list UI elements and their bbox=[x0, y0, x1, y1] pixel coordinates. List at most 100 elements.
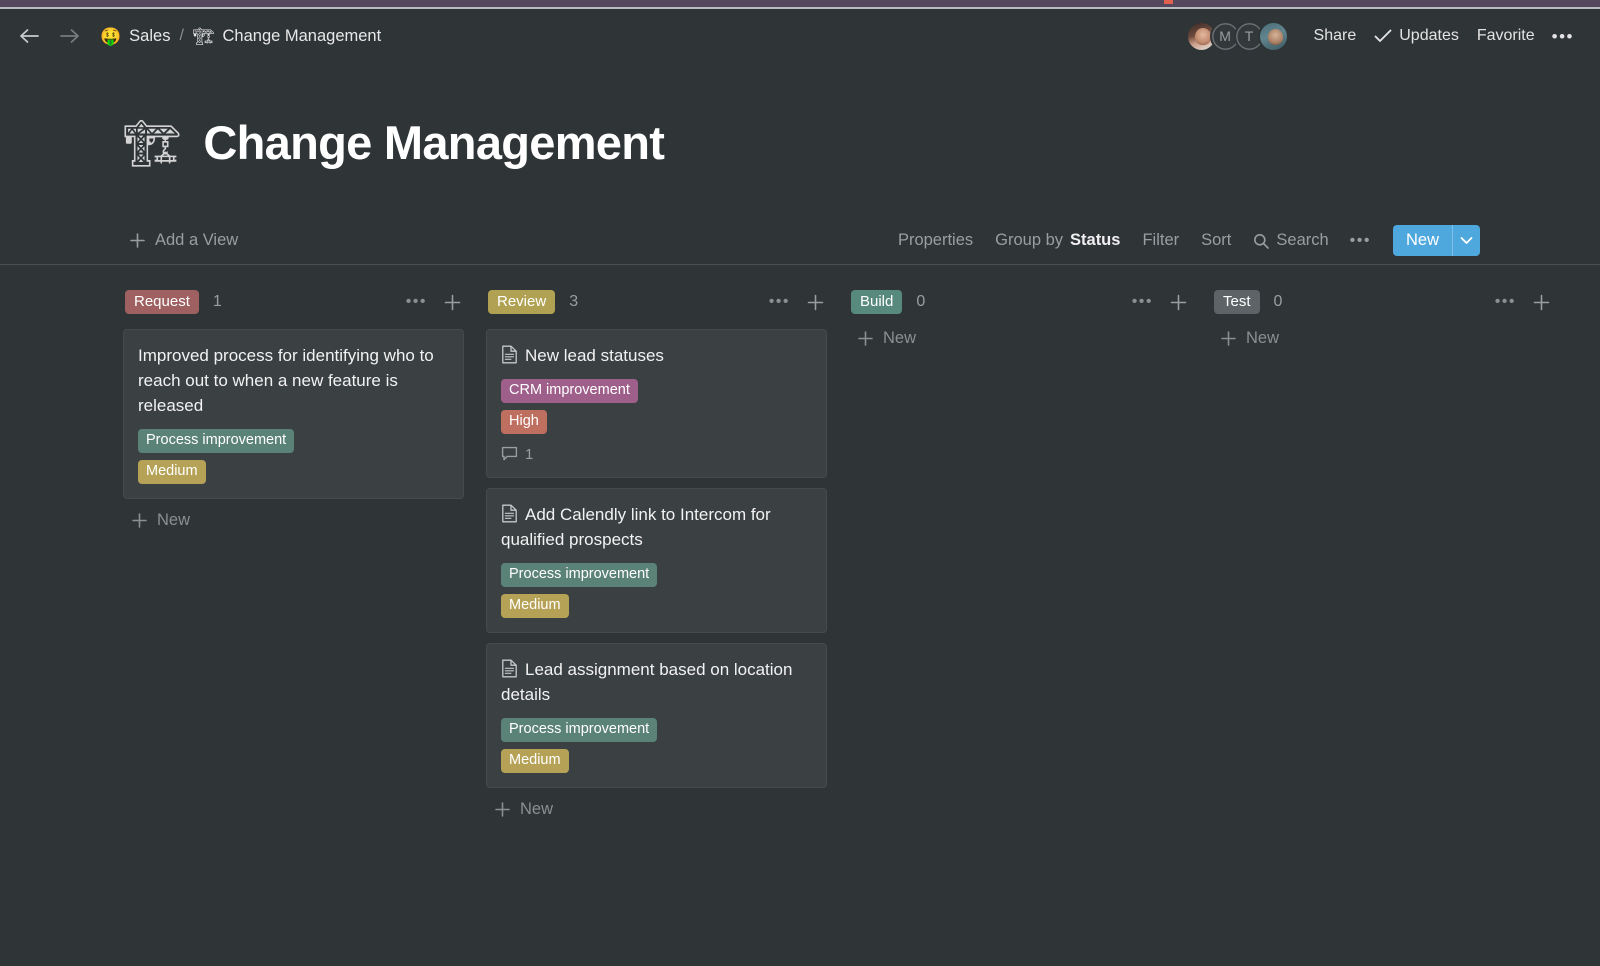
kanban-card[interactable]: Add Calendly link to Intercom for qualif… bbox=[486, 487, 827, 633]
breadcrumb-item-page[interactable]: 🏗 Change Management bbox=[187, 24, 387, 49]
page-crane-emoji-icon[interactable]: 🏗 bbox=[123, 120, 181, 166]
more-options-button[interactable]: ••• bbox=[1544, 23, 1582, 50]
kanban-column-request: Request 1 ••• Improved process for ident… bbox=[123, 287, 486, 540]
forward-button[interactable] bbox=[54, 21, 84, 51]
column-actions: ••• bbox=[402, 291, 464, 314]
breadcrumb-workspace-label: Sales bbox=[129, 26, 171, 45]
column-add-card-button[interactable] bbox=[1530, 291, 1553, 314]
properties-label: Properties bbox=[897, 231, 974, 249]
column-add-card-button[interactable] bbox=[1167, 291, 1190, 314]
filter-button[interactable]: Filter bbox=[1131, 226, 1190, 255]
browser-chrome-mark bbox=[1164, 0, 1173, 4]
sort-button[interactable]: Sort bbox=[1190, 226, 1242, 255]
card-title: Lead assignment based on location detail… bbox=[501, 657, 812, 707]
share-label: Share bbox=[1313, 27, 1357, 44]
column-new-card-label: New bbox=[520, 799, 554, 818]
updates-button[interactable]: Updates bbox=[1365, 22, 1468, 50]
card-tag-priority: Medium bbox=[501, 594, 569, 618]
card-tag-category: Process improvement bbox=[501, 718, 658, 742]
share-button[interactable]: Share bbox=[1305, 22, 1366, 50]
add-view-button[interactable]: Add a View bbox=[123, 227, 244, 254]
card-tags: Process improvement Medium bbox=[501, 563, 812, 618]
status-badge[interactable]: Review bbox=[488, 289, 556, 315]
plus-icon bbox=[1533, 294, 1550, 310]
card-tag-priority: High bbox=[501, 410, 547, 434]
add-view-label: Add a View bbox=[155, 231, 239, 249]
status-badge[interactable]: Request bbox=[125, 289, 199, 315]
card-comment-count: 1 bbox=[501, 446, 812, 463]
sort-label: Sort bbox=[1201, 231, 1232, 249]
breadcrumb-item-workspace[interactable]: 🤑 Sales bbox=[94, 24, 176, 49]
check-icon bbox=[1374, 29, 1392, 42]
column-add-card-button[interactable] bbox=[441, 291, 464, 314]
column-more-options-button[interactable]: ••• bbox=[765, 292, 794, 312]
document-icon bbox=[502, 345, 517, 364]
search-label: Search bbox=[1276, 231, 1329, 249]
top-bar-actions: M T Share Updates Favorite ••• bbox=[1185, 20, 1582, 52]
back-button[interactable] bbox=[14, 21, 44, 51]
favorite-button[interactable]: Favorite bbox=[1468, 22, 1544, 50]
chevron-down-icon bbox=[1460, 237, 1473, 244]
column-new-card-button[interactable]: New bbox=[1212, 329, 1553, 358]
column-more-options-button[interactable]: ••• bbox=[1491, 292, 1520, 312]
column-more-options-button[interactable]: ••• bbox=[1128, 292, 1157, 312]
column-header: Test 0 ••• bbox=[1212, 287, 1553, 317]
column-header: Request 1 ••• bbox=[123, 287, 464, 317]
column-new-card-button[interactable]: New bbox=[486, 788, 827, 829]
document-icon bbox=[502, 504, 517, 523]
card-tag-category: Process improvement bbox=[501, 563, 658, 587]
plus-icon bbox=[444, 294, 461, 310]
column-count: 3 bbox=[569, 293, 579, 310]
column-actions: ••• bbox=[1128, 291, 1190, 314]
new-record-dropdown[interactable] bbox=[1452, 225, 1480, 256]
page-content: 🏗 Change Management Add a View Propertie… bbox=[0, 63, 1600, 829]
plus-icon bbox=[1221, 331, 1236, 346]
card-tags: Process improvement Medium bbox=[501, 718, 812, 773]
breadcrumb-separator: / bbox=[179, 27, 184, 44]
plus-icon bbox=[130, 233, 145, 248]
browser-chrome-strip bbox=[0, 0, 1600, 7]
page-title[interactable]: Change Management bbox=[203, 115, 664, 170]
column-more-options-button[interactable]: ••• bbox=[402, 292, 431, 312]
kanban-card[interactable]: Lead assignment based on location detail… bbox=[486, 642, 827, 788]
column-header: Review 3 ••• bbox=[486, 287, 827, 317]
card-title-text: Lead assignment based on location detail… bbox=[501, 659, 793, 704]
card-tags: Process improvement Medium bbox=[138, 429, 449, 485]
plus-icon bbox=[807, 294, 824, 310]
column-new-card-label: New bbox=[883, 329, 917, 347]
new-record-label: New bbox=[1405, 231, 1439, 249]
card-title: New lead statuses bbox=[501, 343, 812, 368]
card-title-text: Add Calendly link to Intercom for qualif… bbox=[501, 504, 771, 549]
card-comment-count-label: 1 bbox=[525, 445, 534, 463]
breadcrumb: 🤑 Sales / 🏗 Change Management bbox=[94, 24, 387, 49]
status-badge[interactable]: Test bbox=[1214, 289, 1260, 315]
group-by-button[interactable]: Group by Status bbox=[984, 226, 1131, 255]
avatar[interactable] bbox=[1257, 20, 1289, 52]
top-navigation-bar: 🤑 Sales / 🏗 Change Management M T Share bbox=[0, 9, 1600, 63]
comment-icon bbox=[501, 447, 518, 461]
new-record-button[interactable]: New bbox=[1392, 225, 1480, 256]
kanban-card[interactable]: New lead statuses CRM improvement High 1 bbox=[486, 329, 827, 478]
card-tag-priority: Medium bbox=[501, 749, 569, 773]
card-tag-category: CRM improvement bbox=[501, 379, 638, 403]
card-title: Improved process for identifying who to … bbox=[138, 346, 434, 416]
column-count: 1 bbox=[212, 293, 222, 310]
page-header: 🏗 Change Management bbox=[0, 63, 1600, 170]
avatar-stack: M T bbox=[1185, 20, 1289, 52]
view-more-options-button[interactable]: ••• bbox=[1340, 228, 1381, 254]
kanban-column-test: Test 0 ••• New bbox=[1212, 287, 1575, 358]
kanban-card[interactable]: Improved process for identifying who to … bbox=[123, 329, 464, 500]
column-new-card-button[interactable]: New bbox=[123, 499, 464, 540]
properties-button[interactable]: Properties bbox=[887, 226, 984, 255]
arrow-right-icon bbox=[59, 29, 79, 43]
kanban-board: Request 1 ••• Improved process for ident… bbox=[0, 265, 1600, 829]
status-badge[interactable]: Build bbox=[851, 289, 903, 315]
column-new-card-button[interactable]: New bbox=[849, 329, 1190, 358]
search-button[interactable]: Search bbox=[1242, 226, 1339, 255]
breadcrumb-page-label: Change Management bbox=[222, 26, 382, 45]
column-count: 0 bbox=[916, 293, 926, 310]
document-icon bbox=[502, 659, 517, 678]
column-actions: ••• bbox=[765, 291, 827, 314]
column-new-card-label: New bbox=[1246, 329, 1280, 347]
column-add-card-button[interactable] bbox=[804, 291, 827, 314]
